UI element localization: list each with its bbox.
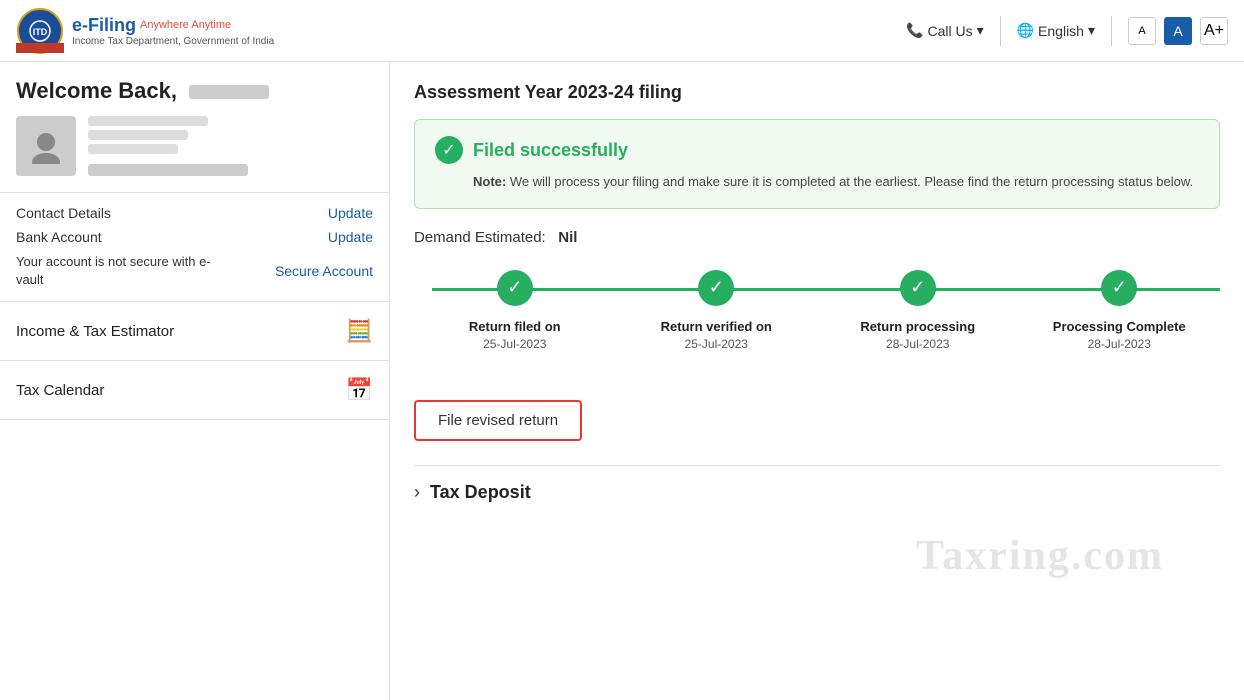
logo-text: e-Filing Anywhere Anytime Income Tax Dep… [72,15,274,47]
font-large-label: A+ [1204,22,1224,40]
font-medium-label: A [1173,23,1182,39]
watermark-text: Taxring.com [916,533,1164,579]
font-large-button[interactable]: A+ [1200,17,1228,45]
content-area: Assessment Year 2023-24 filing ✓ Filed s… [390,62,1244,700]
timeline-label-2-title: Return verified on [661,318,772,336]
watermark: Taxring.com [916,532,1164,580]
font-medium-button[interactable]: A [1164,17,1192,45]
tax-calendar-label: Tax Calendar [16,382,104,399]
logo-section: ITD e-Filing Anywhere Anytime Income Tax… [16,7,274,55]
page-title: Assessment Year 2023-24 filing [414,82,1220,103]
calendar-icon: 📅 [346,377,373,403]
timeline-label-2: Return verified on 25-Jul-2023 [661,318,772,353]
logo-efiling-label: e-Filing Anywhere Anytime [72,15,274,36]
success-check-icon: ✓ [435,136,463,164]
contact-details-update-link[interactable]: Update [328,205,373,221]
font-small-label: A [1138,25,1145,37]
contact-details-row: Contact Details Update [16,205,373,221]
language-button[interactable]: 🌐 English ▾ [1017,22,1095,39]
tax-deposit-section: › Tax Deposit [414,465,1220,503]
timeline-step-1: ✓ Return filed on 25-Jul-2023 [414,270,616,353]
sidebar-links: Contact Details Update Bank Account Upda… [0,193,389,302]
tax-calendar-widget[interactable]: Tax Calendar 📅 [0,361,389,420]
sidebar: Welcome Back, [0,62,390,700]
timeline-label-3: Return processing 28-Jul-2023 [860,318,975,353]
timeline-label-4-title: Processing Complete [1053,318,1186,336]
user-info-line-3 [88,144,178,154]
main-layout: Welcome Back, [0,62,1244,700]
secure-account-row: Your account is not secure with e-vault … [16,253,373,289]
success-note: Note: We will process your filing and ma… [435,172,1199,192]
language-label: English [1038,23,1084,39]
timeline-date-2: 25-Jul-2023 [685,337,748,351]
timeline-check-2: ✓ [698,270,734,306]
call-us-label: Call Us [927,23,972,39]
timeline-check-1: ✓ [497,270,533,306]
user-email [88,162,248,176]
timeline-step-2: ✓ Return verified on 25-Jul-2023 [616,270,818,353]
success-note-text: We will process your filing and make sur… [510,174,1193,189]
income-tax-estimator-widget[interactable]: Income & Tax Estimator 🧮 [0,302,389,361]
anywhere-text: Anywhere Anytime [140,19,231,31]
email-blurred [88,164,248,176]
tax-deposit-row: › Tax Deposit [414,482,1220,503]
file-revised-return-button[interactable]: File revised return [414,400,582,441]
demand-row: Demand Estimated: Nil [414,229,1220,246]
globe-icon: 🌐 [1017,22,1034,39]
call-us-button[interactable]: 📞 Call Us ▾ [906,22,984,39]
user-info-line-1 [88,116,208,126]
timeline-step-3: ✓ Return processing 28-Jul-2023 [817,270,1019,353]
efiling-text: e-Filing [72,15,136,36]
success-title-text: Filed successfully [473,140,628,161]
timeline-label-1-title: Return filed on [469,318,561,336]
tax-deposit-chevron-icon[interactable]: › [414,482,420,503]
welcome-text: Welcome Back, [16,78,177,103]
demand-label: Demand Estimated: [414,229,546,246]
font-small-button[interactable]: A [1128,17,1156,45]
bank-account-row: Bank Account Update [16,229,373,245]
header-right: 📞 Call Us ▾ 🌐 English ▾ A A A+ [906,16,1228,46]
emblem-icon: ITD [16,7,64,55]
lang-chevron-icon: ▾ [1088,22,1095,39]
contact-details-label: Contact Details [16,205,111,221]
font-size-controls: A A A+ [1128,17,1228,45]
timeline: ✓ Return filed on 25-Jul-2023 ✓ Return v… [414,270,1220,373]
avatar [16,116,76,176]
timeline-step-4: ✓ Processing Complete 28-Jul-2023 [1019,270,1221,353]
welcome-section: Welcome Back, [0,78,389,193]
timeline-date-1: 25-Jul-2023 [483,337,546,351]
header-divider-2 [1111,16,1112,46]
file-revised-return-label: File revised return [438,412,558,429]
user-profile [16,116,373,176]
timeline-label-3-title: Return processing [860,318,975,336]
logo-subtitle: Income Tax Department, Government of Ind… [72,36,274,47]
success-banner: ✓ Filed successfully Note: We will proce… [414,119,1220,209]
success-title-row: ✓ Filed successfully [435,136,1199,164]
bank-account-label: Bank Account [16,229,102,245]
welcome-title: Welcome Back, [16,78,373,104]
timeline-label-1: Return filed on 25-Jul-2023 [469,318,561,353]
user-info [88,116,248,176]
header-divider-1 [1000,16,1001,46]
user-name-blurred [189,85,269,99]
income-tax-estimator-label: Income & Tax Estimator [16,323,174,340]
phone-icon: 📞 [906,22,923,39]
timeline-check-3: ✓ [900,270,936,306]
avatar-icon [28,128,64,164]
svg-text:ITD: ITD [33,27,48,37]
secure-account-label: Your account is not secure with e-vault [16,253,216,289]
timeline-check-4: ✓ [1101,270,1137,306]
tax-deposit-title: Tax Deposit [430,482,531,503]
bank-account-update-link[interactable]: Update [328,229,373,245]
timeline-date-4: 28-Jul-2023 [1088,337,1151,351]
secure-account-link[interactable]: Secure Account [275,263,373,279]
timeline-date-3: 28-Jul-2023 [886,337,949,351]
user-info-line-2 [88,130,188,140]
header: ITD e-Filing Anywhere Anytime Income Tax… [0,0,1244,62]
timeline-label-4: Processing Complete 28-Jul-2023 [1053,318,1186,353]
calculator-icon: 🧮 [346,318,373,344]
demand-value: Nil [558,229,577,246]
call-chevron-icon: ▾ [977,22,984,39]
